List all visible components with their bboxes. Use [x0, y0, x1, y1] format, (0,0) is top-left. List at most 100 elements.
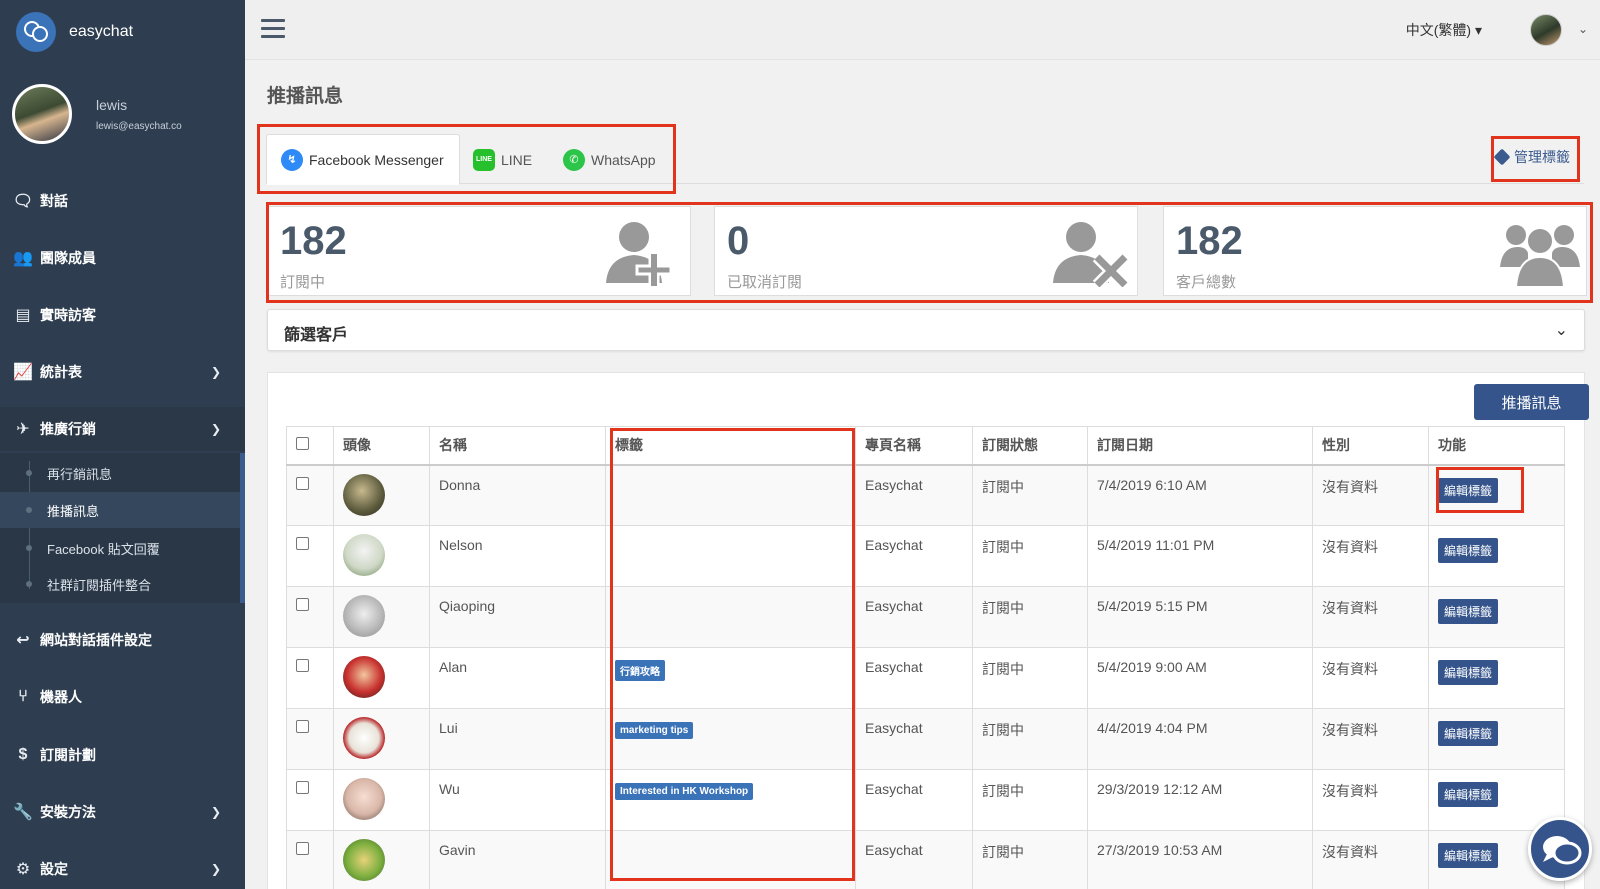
- tag-badge: marketing tips: [615, 722, 694, 739]
- avatar: [343, 778, 385, 820]
- row-checkbox[interactable]: [296, 476, 309, 490]
- edit-tags-button[interactable]: 編輯標籤: [1438, 477, 1499, 503]
- tab-whatsapp[interactable]: ✆ WhatsApp: [563, 134, 673, 185]
- manage-tags-link[interactable]: 管理標籤: [1493, 147, 1570, 167]
- subscription-date: 7/4/2019 6:10 AM: [1087, 464, 1313, 526]
- column-header: 頭像: [333, 426, 430, 466]
- language-selector[interactable]: 中文(繁體) ▾: [1406, 20, 1482, 40]
- column-header[interactable]: 訂閱日期: [1087, 426, 1313, 466]
- gear-icon: ⚙: [15, 861, 31, 878]
- column-header[interactable]: 性別: [1312, 426, 1429, 466]
- sidebar-item-plan[interactable]: $ 訂閱計劃: [0, 733, 245, 777]
- page-name: Easychat: [855, 525, 973, 587]
- sidebar-item-visitors[interactable]: ▤ 實時訪客: [0, 293, 245, 337]
- messenger-icon: ↯: [281, 148, 303, 171]
- sidebar-item-settings[interactable]: ⚙ 設定 ❯: [0, 847, 245, 889]
- chevron-down-icon[interactable]: ⌄: [1555, 320, 1568, 340]
- row-checkbox[interactable]: [296, 720, 309, 733]
- select-all-checkbox[interactable]: [296, 437, 309, 451]
- submenu-item-label: 再行銷訊息: [47, 466, 113, 482]
- page-name: Easychat: [855, 769, 973, 831]
- row-checkbox[interactable]: [296, 659, 309, 672]
- line-chart-icon: 📈: [13, 364, 33, 381]
- sidebar-item-marketing[interactable]: ✈ 推廣行銷 ❯: [0, 407, 245, 451]
- sidebar-item-install[interactable]: 🔧 安裝方法 ❯: [0, 790, 245, 834]
- users-group-icon: [1500, 225, 1580, 287]
- page-name: Easychat: [855, 830, 973, 889]
- gender: 沒有資料: [1312, 525, 1429, 587]
- gender: 沒有資料: [1312, 586, 1429, 648]
- customer-name: Nelson: [429, 525, 606, 587]
- column-header[interactable]: 訂閱狀態: [972, 426, 1088, 466]
- sidebar-item-bot[interactable]: ⑂ 機器人: [0, 675, 245, 719]
- gender: 沒有資料: [1312, 708, 1429, 770]
- subscription-date: 5/4/2019 9:00 AM: [1087, 647, 1313, 709]
- users-icon: 👥: [13, 250, 33, 267]
- sidebar-item-chat[interactable]: 🗨 對話: [0, 179, 245, 223]
- page-name: Easychat: [855, 586, 973, 648]
- avatar: [343, 839, 385, 881]
- tab-facebook-messenger[interactable]: ↯ Facebook Messenger: [266, 134, 460, 185]
- easychat-logo-icon: [16, 12, 56, 52]
- row-checkbox[interactable]: [296, 598, 309, 611]
- edit-tags-button[interactable]: 編輯標籤: [1438, 843, 1499, 868]
- sidebar-item-team[interactable]: 👥 團隊成員: [0, 236, 245, 280]
- filter-customers-bar[interactable]: 篩選客戶 ⌄: [267, 309, 1585, 351]
- stat-card-total: 182 客戶總數: [1163, 206, 1587, 296]
- table-row: Donna Easychat 訂閱中 7/4/2019 6:10 AM 沒有資料…: [286, 464, 1565, 526]
- column-header[interactable]: 專頁名稱: [855, 426, 973, 466]
- row-checkbox[interactable]: [296, 842, 309, 855]
- submenu-item-remarketing[interactable]: 再行銷訊息: [0, 455, 240, 491]
- hamburger-menu-icon[interactable]: [261, 19, 285, 39]
- brand[interactable]: easychat: [16, 12, 133, 52]
- submenu-item-label: Facebook 貼文回覆: [47, 541, 160, 557]
- edit-tags-button[interactable]: 編輯標籤: [1438, 538, 1499, 563]
- table-row: Wu Interested in HK Workshop Easychat 訂閱…: [286, 769, 1565, 831]
- tag-badge: Interested in HK Workshop: [615, 783, 754, 800]
- branch-icon: ⑂: [18, 688, 28, 705]
- subscription-status: 訂閱中: [972, 464, 1088, 526]
- row-checkbox[interactable]: [296, 537, 309, 550]
- sidebar-item-label: 推廣行銷: [40, 421, 96, 437]
- line-icon: LINE: [473, 148, 495, 171]
- sidebar-item-label: 統計表: [40, 364, 82, 380]
- page-name: Easychat: [855, 647, 973, 709]
- edit-tags-button[interactable]: 編輯標籤: [1438, 721, 1499, 746]
- sidebar-item-stats[interactable]: 📈 統計表 ❯: [0, 350, 245, 394]
- page-title: 推播訊息: [267, 86, 344, 107]
- subscription-date: 29/3/2019 12:12 AM: [1087, 769, 1313, 831]
- submenu-item-broadcast[interactable]: 推播訊息: [0, 492, 240, 528]
- gender: 沒有資料: [1312, 769, 1429, 831]
- chevron-down-icon: ❯: [210, 365, 221, 379]
- customer-name: Qiaoping: [429, 586, 606, 648]
- stat-value: 182: [280, 219, 347, 263]
- page-name: Easychat: [855, 464, 973, 526]
- row-checkbox[interactable]: [296, 781, 309, 794]
- user-avatar[interactable]: [1530, 14, 1562, 46]
- table-row: Gavin Easychat 訂閱中 27/3/2019 10:53 AM 沒有…: [286, 830, 1565, 889]
- chat-widget-button[interactable]: [1528, 817, 1592, 881]
- column-header[interactable]: 標籤: [605, 426, 856, 466]
- edit-tags-button[interactable]: 編輯標籤: [1438, 660, 1499, 685]
- customer-name: Alan: [429, 647, 606, 709]
- submenu-item-subscribe-plugin[interactable]: 社群訂閱插件整合: [0, 566, 240, 602]
- sidebar-item-label: 網站對話插件設定: [40, 632, 152, 648]
- edit-tags-button[interactable]: 編輯標籤: [1438, 599, 1499, 624]
- wrench-icon: 🔧: [13, 804, 33, 821]
- stat-label: 客戶總數: [1176, 274, 1237, 291]
- push-message-button[interactable]: 推播訊息: [1474, 384, 1589, 420]
- profile-name: lewis: [96, 96, 128, 113]
- submenu-item-fb-reply[interactable]: Facebook 貼文回覆: [0, 530, 240, 566]
- marketing-submenu: 再行銷訊息 推播訊息 Facebook 貼文回覆 社群訂閱插件整合: [0, 453, 245, 603]
- stat-value: 0: [727, 219, 750, 263]
- avatar: [343, 534, 385, 576]
- stat-label: 訂閱中: [280, 274, 326, 291]
- edit-tags-button[interactable]: 編輯標籤: [1438, 782, 1499, 807]
- subscription-status: 訂閱中: [972, 586, 1088, 648]
- column-header[interactable]: 名稱: [429, 426, 606, 466]
- chevron-down-icon[interactable]: ⌄: [1578, 22, 1588, 36]
- tab-line[interactable]: LINE LINE: [473, 134, 543, 185]
- subscription-date: 4/4/2019 4:04 PM: [1087, 708, 1313, 770]
- sidebar-item-widget-settings[interactable]: ↩ 網站對話插件設定: [0, 618, 245, 662]
- sidebar: easychat lewis lewis@easychat.co 🗨 對話 👥 …: [0, 0, 245, 889]
